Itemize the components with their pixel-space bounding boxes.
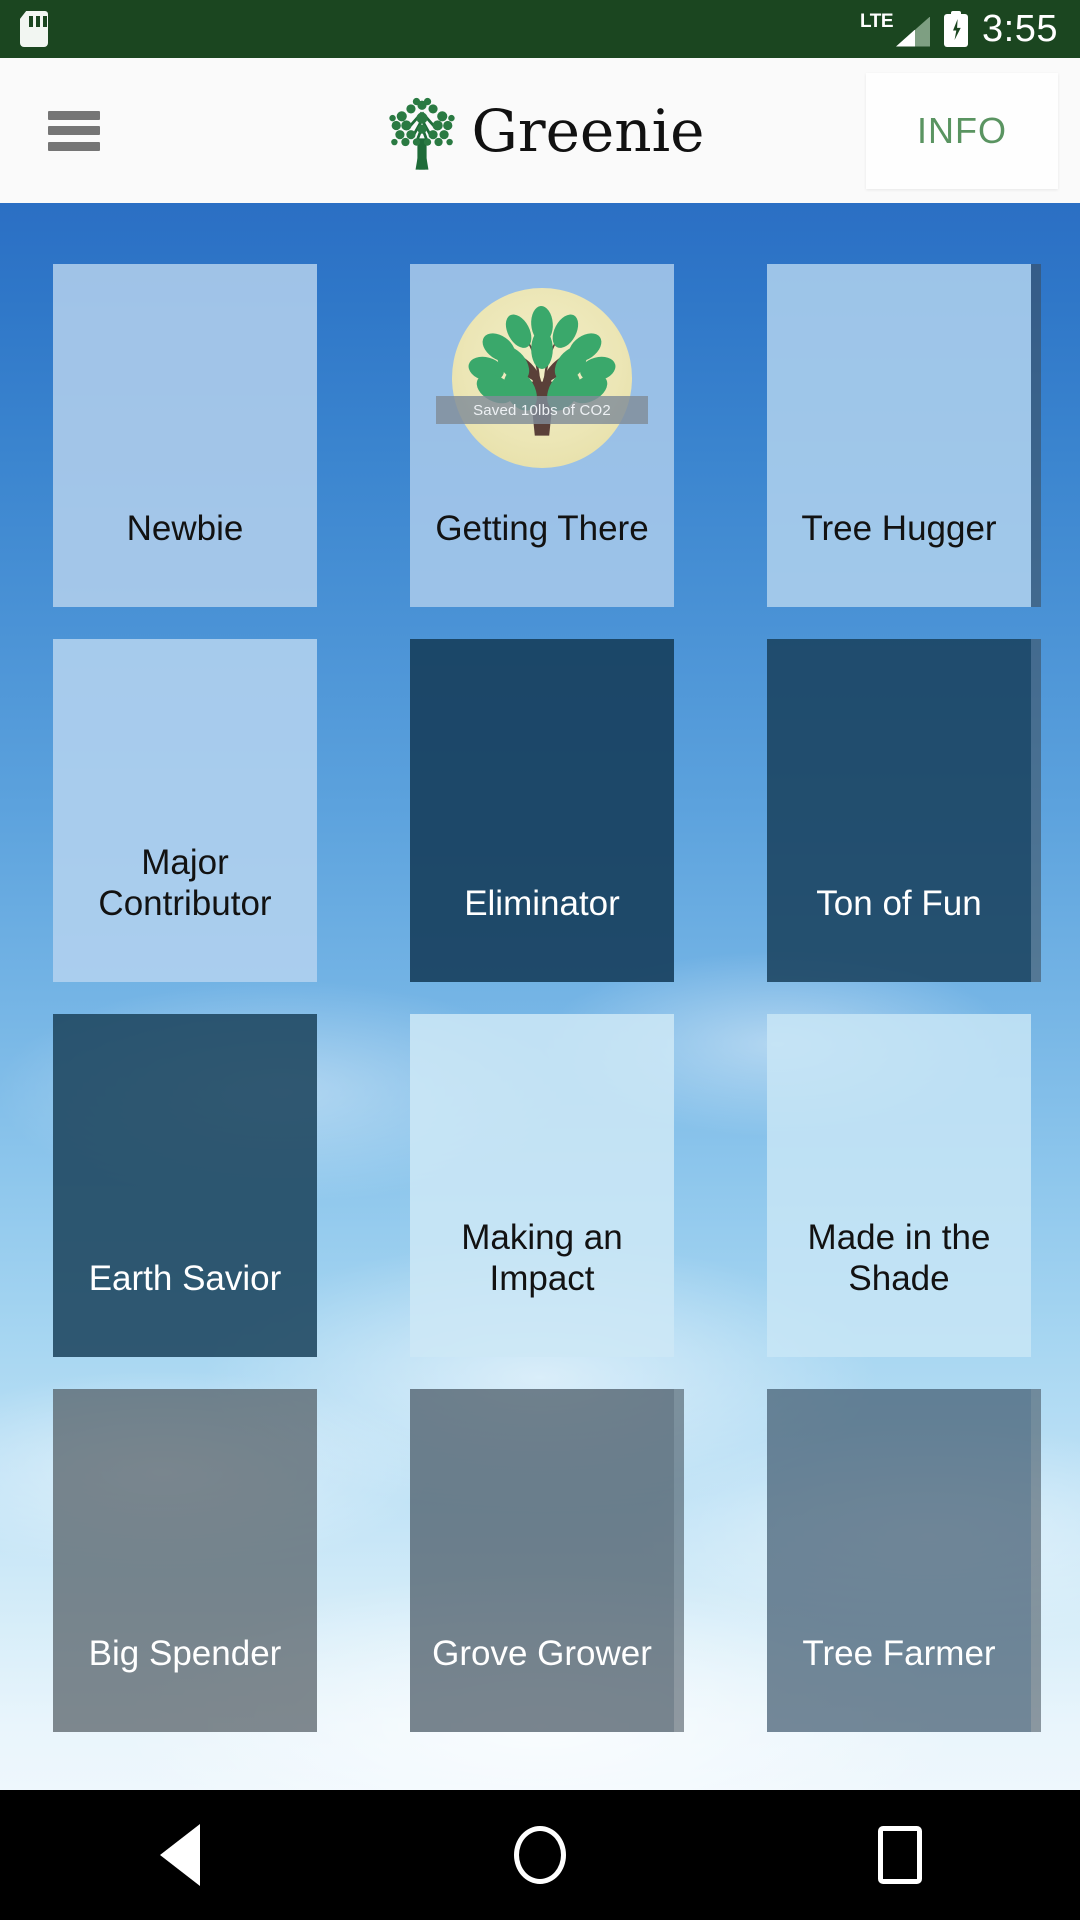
status-bar-left	[20, 11, 48, 47]
achievements-grid: Newbie Saved 10lbs of CO2 Getting There Tre…	[0, 264, 1080, 1732]
status-bar: LTE 3:55	[0, 0, 1080, 58]
page-title: Greenie	[471, 96, 705, 165]
achievement-card[interactable]: Ton of Fun	[767, 639, 1041, 982]
signal-bars-icon: LTE	[860, 10, 931, 47]
info-button-label: INFO	[917, 109, 1007, 151]
achievement-title: Major Contributor	[98, 843, 272, 923]
achievement-card[interactable]: Making an Impact	[410, 1014, 674, 1357]
back-triangle-icon[interactable]	[105, 1790, 255, 1920]
battery-charging-icon	[944, 11, 969, 47]
achievement-title: Tree Farmer	[802, 1634, 996, 1673]
achievement-card[interactable]: Tree Farmer	[767, 1389, 1041, 1732]
achievements-area: Newbie Saved 10lbs of CO2 Getting There Tre…	[0, 203, 1080, 1790]
achievement-card[interactable]: Made in the Shade	[767, 1014, 1031, 1357]
status-bar-clock: 3:55	[982, 8, 1058, 50]
achievement-title: Making an Impact	[461, 1218, 623, 1298]
achievement-card[interactable]: Newbie	[53, 264, 317, 607]
achievement-title: Eliminator	[464, 884, 620, 923]
tree-badge-icon: Saved 10lbs of CO2	[436, 288, 648, 468]
achievement-title: Getting There	[435, 509, 649, 548]
home-circle-icon[interactable]	[465, 1790, 615, 1920]
achievement-title: Big Spender	[88, 1634, 282, 1673]
sd-card-icon	[20, 11, 48, 47]
hamburger-menu-icon[interactable]	[48, 110, 100, 151]
achievement-title: Grove Grower	[432, 1634, 652, 1673]
achievement-card[interactable]: Grove Grower	[410, 1389, 684, 1732]
achievement-card[interactable]: Big Spender	[53, 1389, 317, 1732]
app-header: Greenie INFO	[0, 58, 1080, 203]
recents-square-icon[interactable]	[825, 1790, 975, 1920]
achievement-card[interactable]: Earth Savior	[53, 1014, 317, 1357]
achievement-title: Tree Hugger	[801, 509, 997, 548]
network-type-label: LTE	[860, 10, 894, 32]
badge-caption: Saved 10lbs of CO2	[436, 396, 648, 424]
achievement-card[interactable]: Tree Hugger	[767, 264, 1041, 607]
achievement-title: Ton of Fun	[816, 884, 982, 923]
android-navigation-bar	[0, 1790, 1080, 1920]
achievement-card[interactable]: Eliminator	[410, 639, 674, 982]
achievement-title: Earth Savior	[88, 1259, 282, 1298]
phone-screen: LTE 3:55 Greenie INFO Newbie Saved 10lbs…	[0, 0, 1080, 1920]
status-bar-right: LTE 3:55	[860, 10, 1058, 48]
achievement-title: Newbie	[126, 509, 244, 548]
tree-logo-icon	[388, 97, 455, 170]
achievement-card[interactable]: Saved 10lbs of CO2 Getting There	[410, 264, 674, 607]
info-button[interactable]: INFO	[866, 72, 1058, 189]
achievement-title: Made in the Shade	[807, 1218, 991, 1298]
achievement-card[interactable]: Major Contributor	[53, 639, 317, 982]
